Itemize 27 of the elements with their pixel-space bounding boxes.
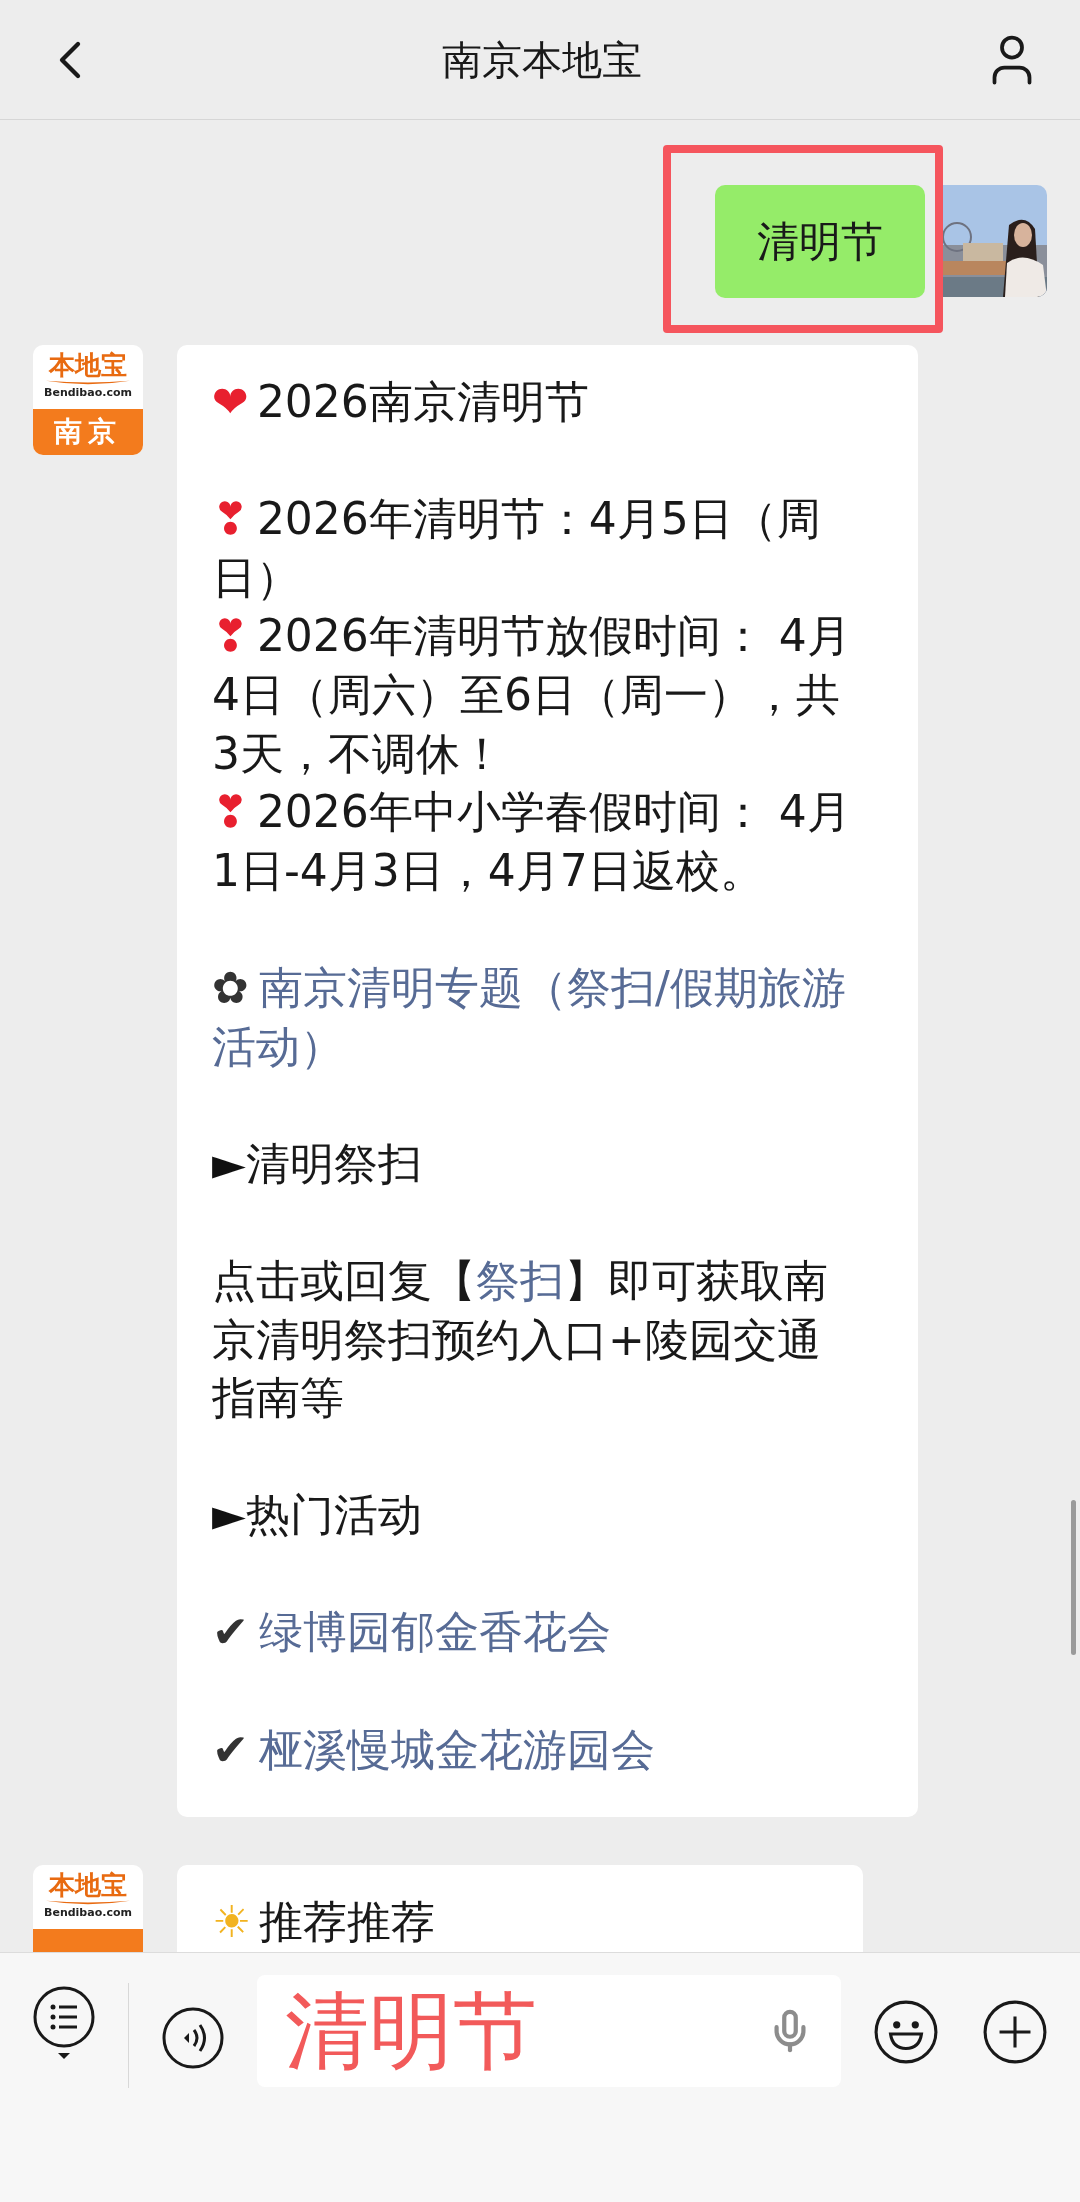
message-text: ☀ 推荐推荐 [212,1895,437,1950]
logo-domain: Bendibao.com [44,1906,132,1921]
logo-city: 南京 [54,414,122,450]
logo-text: 本地宝 [49,351,127,379]
message-text: ❤ 2026南京清明节 [212,375,590,429]
link[interactable]: ✔ 绿博园郁金香花会 [212,1603,862,1663]
logo-domain: Bendibao.com [44,386,132,400]
message-text: 点击或回复【祭扫】即可获取南京清明祭扫预约入口+陵园交通指南等 [212,1253,829,1426]
logo-text: 本地宝 [49,1871,127,1900]
link[interactable]: ✔ 桠溪慢城金花游园会 [212,1720,862,1780]
menu-icon[interactable] [32,1985,96,2061]
link[interactable]: 祭扫 [476,1254,564,1306]
message-text: ►清明祭扫 [212,1136,423,1191]
message-text: ❣ 2026年清明节：4月5日（周日） [212,492,822,605]
message-text: ❣ 2026年中小学春假时间： 4月1日-4月3日，4月7日返校。 [212,785,852,898]
emoji-icon[interactable] [872,1999,939,2065]
plus-icon[interactable] [982,1999,1049,2065]
message-text: 清明节 [757,216,883,268]
window-title: 南京本地宝 [442,35,642,85]
sent-bubble[interactable]: 清明节 [715,185,925,298]
message-text: ►热门活动 [212,1488,423,1543]
input-value: 清明节 [285,1989,537,2073]
link[interactable]: ✿ 南京清明专题（祭扫/假期旅游活动） [212,958,862,1077]
account-avatar[interactable]: 本地宝 Bendibao.com [33,1865,143,1952]
voice-icon[interactable] [161,2006,225,2070]
account-avatar[interactable]: 本地宝 Bendibao.com 南京 [33,345,143,455]
message-text: ❣ 2026年清明节放假时间： 4月4日（周六）至6日（周一），共3天，不调休！ [212,609,852,781]
